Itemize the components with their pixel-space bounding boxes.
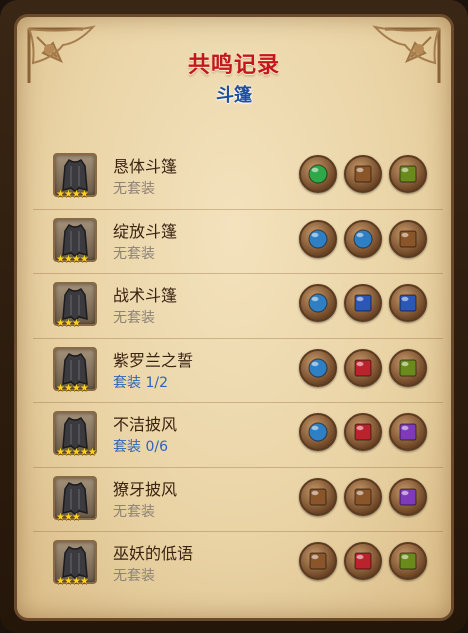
red-square-gem-icon bbox=[354, 552, 372, 570]
brown-square-gem-icon bbox=[354, 487, 372, 506]
set-status: 无套装 bbox=[113, 181, 155, 197]
brown-square-gem-icon bbox=[399, 229, 417, 248]
brown-square-gem-icon bbox=[354, 165, 372, 183]
star-rating: ★★★★ bbox=[56, 253, 89, 265]
sapphire-square-gem-icon bbox=[399, 294, 417, 312]
panel-frame: 共鸣记录 斗篷 ★★★★ 恳体斗篷 无套装 ★★★★ 绽放斗篷 无套装 ★★★ … bbox=[0, 0, 468, 633]
cloak-item-icon[interactable]: ★★★ bbox=[53, 475, 97, 523]
cloak-icon bbox=[62, 416, 88, 450]
list-item[interactable]: ★★★★ 绽放斗篷 无套装 bbox=[33, 210, 443, 274]
list-item[interactable]: ★★★ 獠牙披风 无套装 bbox=[33, 468, 443, 532]
set-status: 无套装 bbox=[113, 503, 155, 520]
gem-slot[interactable] bbox=[299, 348, 337, 387]
set-status: 无套装 bbox=[113, 568, 155, 584]
gem-slot[interactable] bbox=[299, 477, 337, 516]
parchment-panel: 共鸣记录 斗篷 ★★★★ 恳体斗篷 无套装 ★★★★ 绽放斗篷 无套装 ★★★ … bbox=[14, 14, 454, 621]
item-list: ★★★★ 恳体斗篷 无套装 ★★★★ 绽放斗篷 无套装 ★★★ 战术斗篷 无套装… bbox=[33, 145, 443, 596]
header: 共鸣记录 斗篷 bbox=[17, 47, 451, 107]
sapphire-square-gem-icon bbox=[354, 294, 372, 312]
item-name: 恳体斗篷 bbox=[113, 157, 178, 176]
gem-slot[interactable] bbox=[299, 155, 337, 193]
list-item[interactable]: ★★★ 战术斗篷 无套装 bbox=[33, 274, 443, 339]
purple-square-gem-icon bbox=[399, 423, 417, 441]
item-name: 獠牙披风 bbox=[113, 479, 178, 499]
purple-square-gem-icon bbox=[399, 487, 417, 506]
cloak-icon bbox=[62, 352, 88, 386]
gem-slot[interactable] bbox=[344, 284, 382, 322]
gem-slot[interactable] bbox=[389, 348, 427, 387]
gem-slot[interactable] bbox=[389, 477, 427, 516]
brown-square-gem-icon bbox=[309, 487, 327, 506]
gem-slot[interactable] bbox=[389, 413, 427, 451]
item-name: 不洁披风 bbox=[113, 415, 178, 434]
cloak-icon bbox=[62, 223, 88, 257]
cloak-item-icon[interactable]: ★★★★ bbox=[53, 153, 97, 200]
star-rating: ★★★★★ bbox=[56, 447, 97, 458]
gem-slot[interactable] bbox=[344, 219, 382, 258]
olive-square-gem-icon bbox=[399, 552, 417, 570]
cloak-icon bbox=[62, 158, 88, 192]
cloak-icon bbox=[62, 287, 88, 321]
blue-round-gem-icon bbox=[308, 228, 328, 249]
red-square-gem-icon bbox=[354, 358, 372, 377]
gem-slot[interactable] bbox=[299, 413, 337, 451]
set-status: 套装 0/6 bbox=[113, 439, 168, 455]
star-rating: ★★★ bbox=[56, 511, 81, 523]
gem-slot[interactable] bbox=[389, 219, 427, 258]
star-rating: ★★★★ bbox=[56, 576, 89, 587]
item-name: 紫罗兰之誓 bbox=[113, 350, 194, 370]
gem-slot[interactable] bbox=[344, 542, 382, 580]
gem-slot[interactable] bbox=[344, 348, 382, 387]
set-status: 套装 1/2 bbox=[113, 374, 168, 391]
set-status: 无套装 bbox=[113, 245, 155, 262]
cloak-item-icon[interactable]: ★★★★ bbox=[53, 217, 97, 265]
item-name: 绽放斗篷 bbox=[113, 221, 178, 241]
item-name: 战术斗篷 bbox=[113, 286, 178, 305]
star-rating: ★★★ bbox=[56, 318, 81, 329]
gem-slot[interactable] bbox=[344, 477, 382, 516]
blue-round-gem-icon bbox=[308, 357, 328, 378]
blue-round-gem-icon bbox=[308, 293, 328, 313]
gem-slot[interactable] bbox=[389, 284, 427, 322]
blue-round-gem-icon bbox=[353, 228, 373, 249]
olive-square-gem-icon bbox=[399, 165, 417, 183]
star-rating: ★★★★ bbox=[56, 189, 89, 200]
set-status: 无套装 bbox=[113, 310, 155, 326]
cloak-icon bbox=[62, 481, 88, 515]
cloak-item-icon[interactable]: ★★★★★ bbox=[53, 411, 97, 458]
red-square-gem-icon bbox=[354, 423, 372, 441]
list-item[interactable]: ★★★★★ 不洁披风 套装 0/6 bbox=[33, 403, 443, 468]
cloak-icon bbox=[62, 545, 88, 579]
gem-slot[interactable] bbox=[299, 284, 337, 322]
gem-slot[interactable] bbox=[389, 155, 427, 193]
cloak-item-icon[interactable]: ★★★★ bbox=[53, 540, 97, 587]
star-rating: ★★★★ bbox=[56, 382, 89, 394]
gem-slot[interactable] bbox=[389, 542, 427, 580]
list-item[interactable]: ★★★★ 恳体斗篷 无套装 bbox=[33, 145, 443, 210]
blue-round-gem-icon bbox=[308, 422, 328, 442]
gem-slot[interactable] bbox=[299, 219, 337, 258]
olive-square-gem-icon bbox=[399, 358, 417, 377]
green-round-gem-icon bbox=[308, 164, 328, 184]
brown-square-gem-icon bbox=[309, 552, 327, 570]
cloak-item-icon[interactable]: ★★★★ bbox=[53, 346, 97, 394]
list-item[interactable]: ★★★★ 巫妖的低语 无套装 bbox=[33, 532, 443, 596]
page-title: 共鸣记录 bbox=[187, 53, 280, 78]
gem-slot[interactable] bbox=[344, 155, 382, 193]
page-subtitle: 斗篷 bbox=[216, 85, 252, 106]
item-name: 巫妖的低语 bbox=[113, 544, 194, 563]
gem-slot[interactable] bbox=[344, 413, 382, 451]
gem-slot[interactable] bbox=[299, 542, 337, 580]
cloak-item-icon[interactable]: ★★★ bbox=[53, 282, 97, 329]
list-item[interactable]: ★★★★ 紫罗兰之誓 套装 1/2 bbox=[33, 339, 443, 403]
